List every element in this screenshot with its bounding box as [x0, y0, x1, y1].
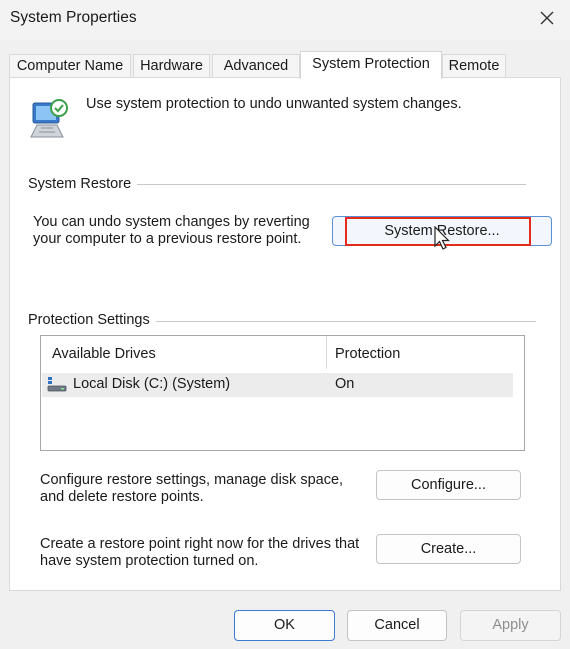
- configure-desc-line1: Configure restore settings, manage disk …: [40, 472, 344, 488]
- create-button[interactable]: Create...: [376, 534, 521, 564]
- drive-name: Local Disk (C:) (System): [73, 376, 231, 392]
- create-desc-line1: Create a restore point right now for the…: [40, 536, 360, 552]
- create-desc-line2: have system protection turned on.: [40, 553, 259, 569]
- intro-text: Use system protection to undo unwanted s…: [86, 96, 462, 112]
- apply-button[interactable]: Apply: [460, 610, 561, 641]
- close-button[interactable]: [532, 4, 562, 32]
- tab-remote[interactable]: Remote: [442, 54, 506, 78]
- tab-strip: Computer Name Hardware Advanced System P…: [9, 51, 561, 79]
- system-protection-icon: [30, 99, 68, 138]
- create-description: Create a restore point right now for the…: [40, 536, 365, 570]
- tab-advanced[interactable]: Advanced: [212, 54, 300, 78]
- title-bar: System Properties: [0, 0, 570, 40]
- mouse-cursor-icon: [434, 226, 450, 250]
- cancel-button[interactable]: Cancel: [347, 610, 447, 641]
- system-restore-description: You can undo system changes by reverting…: [33, 214, 333, 248]
- system-restore-desc-line1: You can undo system changes by reverting: [33, 214, 310, 230]
- column-protection[interactable]: Protection: [335, 346, 400, 362]
- tab-system-protection[interactable]: System Protection: [300, 51, 442, 79]
- window-title: System Properties: [10, 9, 137, 26]
- ok-button[interactable]: OK: [234, 610, 335, 641]
- table-row[interactable]: Local Disk (C:) (System) On: [42, 373, 513, 397]
- tab-hardware[interactable]: Hardware: [133, 54, 210, 78]
- configure-button[interactable]: Configure...: [376, 470, 521, 500]
- system-restore-heading: System Restore: [28, 176, 138, 192]
- drive-protection-status: On: [335, 376, 355, 392]
- tab-panel: Use system protection to undo unwanted s…: [9, 77, 561, 591]
- protection-settings-heading: Protection Settings: [28, 312, 156, 328]
- close-icon: [540, 11, 554, 25]
- drives-list-header: Available Drives Protection: [41, 336, 524, 369]
- drives-list[interactable]: Available Drives Protection Local Disk (…: [40, 335, 525, 451]
- column-divider[interactable]: [326, 336, 327, 369]
- configure-description: Configure restore settings, manage disk …: [40, 472, 365, 506]
- column-available-drives[interactable]: Available Drives: [52, 346, 156, 362]
- tab-computer-name[interactable]: Computer Name: [9, 54, 131, 78]
- drive-icon: [47, 377, 67, 392]
- configure-desc-line2: and delete restore points.: [40, 489, 204, 505]
- system-restore-desc-line2: your computer to a previous restore poin…: [33, 231, 302, 247]
